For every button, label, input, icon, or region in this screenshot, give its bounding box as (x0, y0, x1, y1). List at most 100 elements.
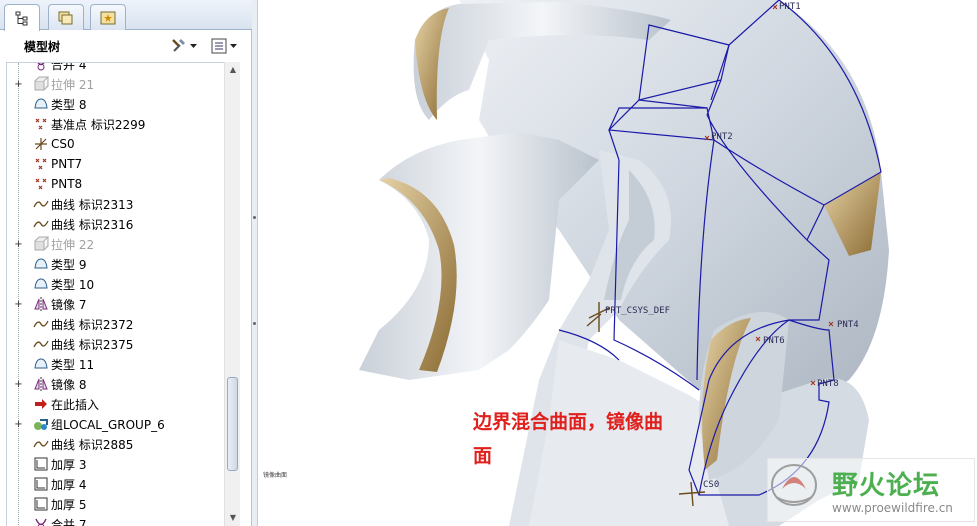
tree-item[interactable]: CS0 (7, 134, 224, 154)
tree-item[interactable]: 类型 10 (7, 274, 224, 294)
chevron-down-icon (230, 43, 237, 48)
scroll-thumb[interactable] (227, 377, 238, 471)
surface-icon (34, 258, 48, 269)
mirror-icon (34, 297, 48, 311)
tree-item[interactable]: + 拉伸 22 (7, 234, 224, 254)
expand-icon[interactable]: + (14, 379, 23, 389)
scroll-down-arrow-icon[interactable]: ▼ (225, 510, 241, 526)
model-tree: 合并 4 + 拉伸 21 类型 8 基准点 标识2299 CS0 PNT7 PNT8 曲线 标识… (6, 62, 224, 526)
tree-item[interactable]: 类型 8 (7, 94, 224, 114)
tree-settings-button[interactable] (170, 36, 197, 56)
tree-item[interactable]: 基准点 标识2299 (7, 114, 224, 134)
tree-item[interactable]: + 拉伸 21 (7, 74, 224, 94)
app-window: 模型树 合并 4 + 拉伸 21 类型 8 基准点 标识2299 CS0 PNT7 PNT8 曲… (0, 0, 977, 526)
mirror-icon (34, 377, 48, 391)
datum-point-icon (35, 158, 47, 170)
tree-item-label: CS0 (51, 137, 75, 151)
watermark-logo-icon (771, 464, 817, 506)
datum-point-icon (35, 118, 47, 130)
expand-icon[interactable]: + (14, 299, 23, 309)
tree-item[interactable]: 在此插入 (7, 394, 224, 414)
tree-item[interactable]: + 镜像 8 (7, 374, 224, 394)
insert-here-arrow-icon (35, 399, 47, 409)
tree-item-label: PNT7 (51, 157, 83, 171)
tree-item[interactable]: + 镜像 7 (7, 294, 224, 314)
tree-item[interactable]: 加厚 5 (7, 494, 224, 514)
splitter-grip (253, 322, 256, 325)
tree-item[interactable]: 曲线 标识2316 (7, 214, 224, 234)
tree-item[interactable]: 合并 4 (7, 62, 224, 74)
tree-item-label: 镜像 7 (51, 297, 87, 312)
panel-splitter[interactable] (252, 0, 258, 526)
tree-item-label: 加厚 4 (51, 477, 87, 492)
datum-point-icon (35, 178, 47, 190)
watermark: 野火论坛 www.proewildfire.cn (767, 458, 975, 522)
merge-icon (37, 63, 45, 71)
chevron-down-icon (190, 43, 197, 48)
tree-scrollbar[interactable]: ▲ ▼ (224, 62, 240, 526)
corner-status-text: 镜像曲面 (263, 472, 288, 479)
tree-item[interactable]: 曲线 标识2313 (7, 194, 224, 214)
tree-item-label: 组LOCAL_GROUP_6 (51, 417, 165, 432)
tree-item[interactable]: 曲线 标识2885 (7, 434, 224, 454)
tree-item[interactable]: 加厚 4 (7, 474, 224, 494)
tab-model-tree[interactable] (4, 4, 40, 31)
model-tree-icon (15, 11, 28, 26)
folder-browser-icon (58, 11, 73, 24)
expand-icon[interactable]: + (14, 79, 23, 89)
tree-item-label: 曲线 标识2375 (51, 337, 134, 352)
model-tree-title: 模型树 (24, 40, 61, 54)
tree-item[interactable]: 类型 11 (7, 354, 224, 374)
tree-item-label: 曲线 标识2372 (51, 317, 134, 332)
tab-favorites[interactable] (90, 4, 126, 30)
surface-icon (34, 358, 48, 369)
tree-item[interactable]: + 组LOCAL_GROUP_6 (7, 414, 224, 434)
tree-item-label: 拉伸 22 (51, 237, 95, 252)
pnt2-label: PNT2 (711, 132, 733, 142)
tree-item[interactable]: 曲线 标识2372 (7, 314, 224, 334)
curve-icon (33, 340, 49, 348)
tree-item[interactable]: 类型 9 (7, 254, 224, 274)
thicken-icon (34, 497, 48, 511)
tree-item-label: 类型 11 (51, 357, 95, 372)
pnt4-label: PNT4 (837, 320, 859, 330)
surface-icon (34, 98, 48, 109)
tab-folder-browser[interactable] (48, 4, 84, 30)
pnt8-label: PNT8 (817, 379, 839, 389)
curve-icon (33, 200, 49, 208)
tree-item-label: 拉伸 21 (51, 77, 95, 92)
tree-item-label: PNT8 (51, 177, 83, 191)
tree-item-label: 合并 4 (51, 62, 87, 72)
tree-item[interactable]: PNT8 (7, 174, 224, 194)
watermark-title: 野火论坛 (832, 471, 941, 501)
tree-item-label: 合并 7 (51, 517, 87, 526)
tree-item-label: 类型 8 (51, 97, 87, 112)
expand-icon[interactable]: + (14, 239, 23, 249)
tree-columns-button[interactable] (210, 36, 237, 56)
extrude-icon (34, 236, 49, 251)
tree-item-label: 镜像 8 (51, 377, 87, 392)
pnt1-label: PNT1 (779, 2, 801, 12)
cs0-label: CS0 (703, 480, 720, 490)
tree-item[interactable]: 曲线 标识2375 (7, 334, 224, 354)
tree-item-label: 类型 10 (51, 277, 95, 292)
tree-columns-icon (211, 38, 227, 54)
tree-item-label: 类型 9 (51, 257, 87, 272)
tree-item-label: 加厚 5 (51, 497, 87, 512)
graphics-window[interactable]: PNT1 PNT2 PNT4 PNT6 PNT8 PRT_CSYS_DEF CS… (259, 0, 977, 526)
expand-icon[interactable]: + (14, 419, 23, 429)
extrude-icon (34, 76, 49, 91)
annotation-text: 边界混合曲面，镜像曲面 (473, 411, 664, 467)
tree-item[interactable]: 合并 7 (7, 514, 224, 526)
scroll-up-arrow-icon[interactable]: ▲ (225, 62, 241, 78)
group-icon (34, 419, 48, 430)
tree-item[interactable]: 加厚 3 (7, 454, 224, 474)
model-tree-header: 模型树 (0, 30, 252, 60)
surface-icon (34, 278, 48, 289)
merge-icon (35, 518, 47, 526)
curve-icon (33, 440, 49, 448)
tree-item-label: 在此插入 (51, 397, 100, 412)
thicken-icon (34, 457, 48, 471)
curve-icon (33, 220, 49, 228)
tree-item[interactable]: PNT7 (7, 154, 224, 174)
